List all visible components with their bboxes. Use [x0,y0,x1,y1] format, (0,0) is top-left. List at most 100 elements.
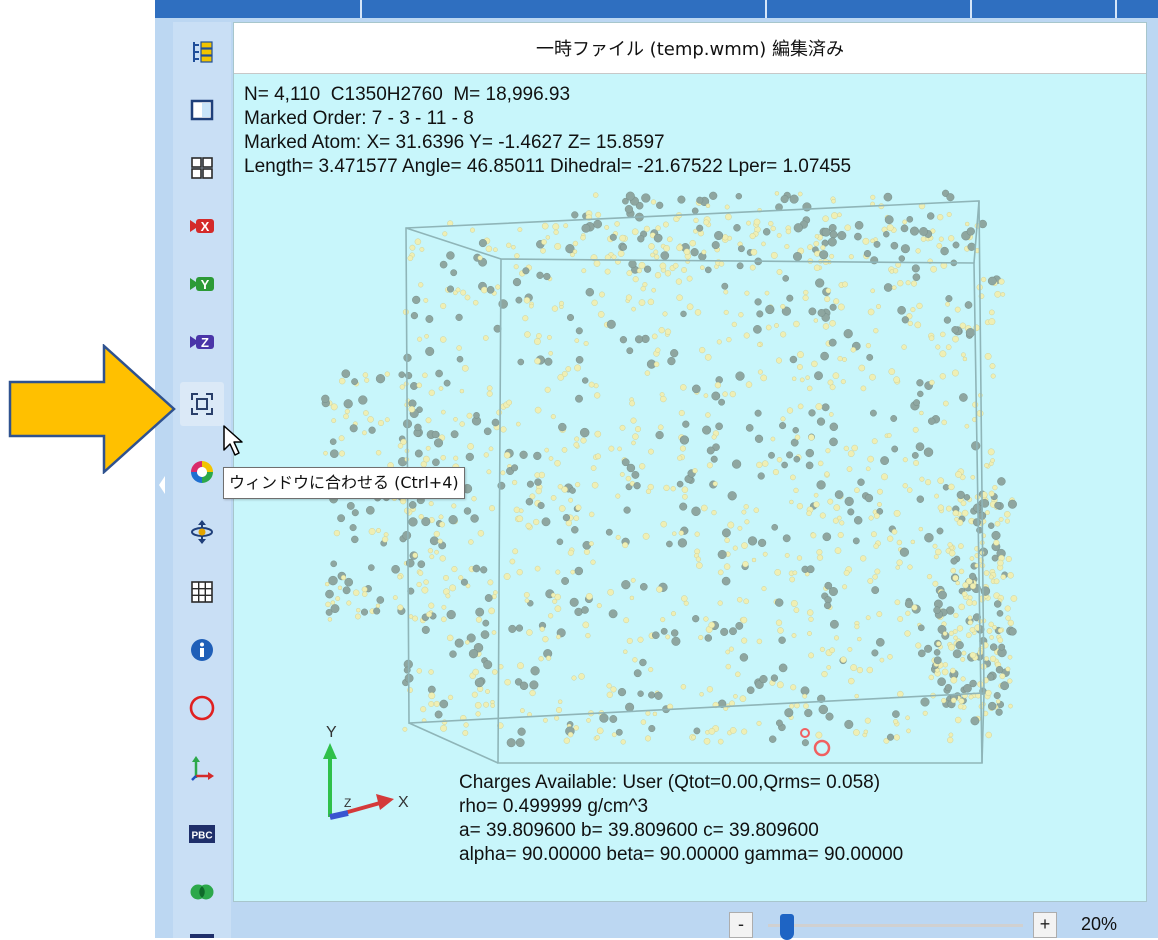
carbon-atom [883,230,890,238]
hydrogen-atom [659,392,665,397]
hydrogen-atom [870,194,876,200]
carbon-atom [928,417,936,425]
hydrogen-atom [813,264,821,272]
single-view-button[interactable] [180,88,224,132]
top-tab-strip [155,0,1158,18]
hydrogen-atom [567,549,574,556]
hydrogen-atom [939,350,947,358]
zoom-in-button[interactable]: + [1033,912,1057,938]
hydrogen-atom [651,333,658,340]
pbc-button[interactable]: PBC [180,812,224,856]
camera-y-button[interactable]: Y [180,262,224,306]
hydrogen-atom [808,434,815,441]
hydrogen-atom [902,219,908,225]
hydrogen-atom [703,738,711,745]
camera-x-button[interactable]: X [180,204,224,248]
hydrogen-atom [654,272,662,279]
hydrogen-atom [635,426,642,433]
grid-view-button[interactable] [180,146,224,190]
carbon-atom [786,294,794,302]
carbon-atom [843,329,853,339]
toolbar-more-button[interactable] [180,928,224,938]
hydrogen-atom [700,504,708,512]
carbon-atom [924,644,933,653]
carbon-atom [410,312,419,320]
hydrogen-atom [966,632,972,639]
camera-z-button[interactable]: Z [180,320,224,364]
hydrogen-atom [630,417,637,424]
fit-to-window-button[interactable] [180,382,224,426]
carbon-atom [351,535,359,544]
hydrogen-atom [894,599,901,606]
carbon-atom [747,536,758,546]
hydrogen-atom [837,212,842,218]
table-button[interactable] [180,570,224,614]
zoom-out-button[interactable]: - [729,912,753,938]
hydrogen-atom [983,570,990,576]
collapse-panel-handle[interactable] [157,472,167,498]
zoom-slider-thumb[interactable] [780,914,795,940]
circle-button[interactable] [180,686,224,730]
tree-view-button[interactable] [180,30,224,74]
hydrogen-atom [485,689,490,694]
color-button[interactable] [180,450,224,494]
hydrogen-atom [500,426,507,433]
hydrogen-atom [989,635,994,640]
carbon-atom [575,327,583,335]
carbon-atom [765,304,775,315]
zoom-slider-track[interactable] [768,924,1023,927]
carbon-atom [574,607,583,617]
hydrogen-atom [399,384,405,390]
hydrogen-atom [554,715,560,721]
carbon-atom [827,237,837,247]
hydrogen-atom [568,497,573,503]
hydrogen-atom [629,595,635,601]
carbon-atom [511,464,519,472]
hydrogen-atom [729,727,737,734]
hydrogen-atom [960,657,966,662]
hydrogen-atom [453,416,458,422]
hydrogen-atom [422,372,428,378]
info-button[interactable] [180,628,224,672]
hydrogen-atom [789,576,796,583]
orbit-button[interactable] [180,510,224,554]
hydrogen-atom [753,218,761,226]
hydrogen-atom [686,275,693,282]
hydrogen-atom [911,604,918,611]
carbon-atom [969,679,977,688]
hydrogen-atom [907,564,913,570]
hydrogen-atom [408,405,416,413]
carbon-atom [870,409,877,417]
pbc-icon: PBC [189,825,215,843]
carbon-atom [368,426,376,434]
carbon-atom [837,230,847,240]
carbon-atom [575,394,583,403]
hydrogen-atom [704,353,712,361]
hydrogen-atom [632,433,639,440]
molecule-viewport[interactable]: 一時ファイル (temp.wmm) 編集済み N= 4,110 C1350H27… [233,22,1147,902]
hydrogen-atom [595,211,602,218]
carbon-atom [844,496,854,507]
hydrogen-atom [876,303,882,309]
hydrogen-atom [888,368,896,375]
hydrogen-atom [905,280,911,286]
hydrogen-atom [400,498,407,505]
periodic-cell-box [405,200,985,764]
hydrogen-atom [471,496,477,502]
hydrogen-atom [548,613,554,619]
overlap-button[interactable] [180,870,224,914]
hydrogen-atom [952,510,959,517]
hydrogen-atom [571,675,577,681]
hydrogen-atom [383,532,389,537]
hydrogen-atom [461,364,469,372]
carbon-atom [936,527,944,535]
hydrogen-atom [865,343,872,349]
hydrogen-atom [911,280,918,287]
carbon-atom [522,267,530,275]
carbon-atom [927,212,935,220]
hydrogen-atom [814,250,820,257]
axes-button[interactable] [180,746,224,790]
hydrogen-atom [723,563,731,570]
hydrogen-atom [850,347,856,353]
hydrogen-atom [670,486,676,492]
